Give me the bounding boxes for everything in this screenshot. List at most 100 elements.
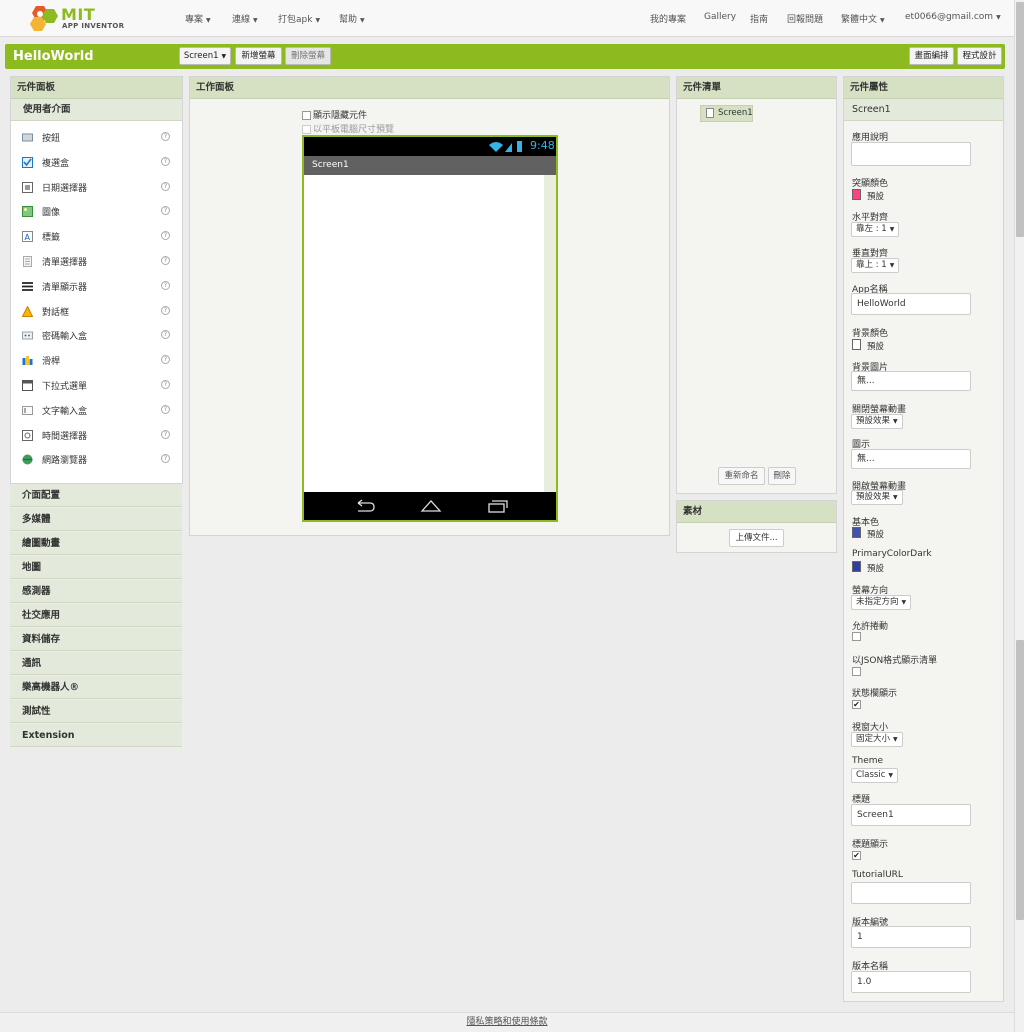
prop-scrollable-checkbox[interactable] (852, 632, 861, 641)
prop-title-visible-checkbox[interactable]: ✔ (852, 851, 861, 860)
menu-my-projects[interactable]: 我的專案 (650, 12, 686, 25)
palette-category[interactable]: 地圖 (10, 556, 182, 579)
menu-account[interactable]: et0066@gmail.com ▼ (905, 12, 1001, 22)
prop-version-name-input[interactable]: 1.0 (851, 971, 971, 993)
screen-select[interactable]: Screen1 ▼ (179, 47, 231, 65)
project-toolbar: HelloWorld Screen1 ▼ 新增螢幕 刪除螢幕 畫面編排 程式設計 (5, 44, 1005, 69)
palette-category[interactable]: 介面配置 (10, 484, 182, 507)
rename-button[interactable]: 重新命名 (718, 467, 765, 485)
palette-category[interactable]: 樂高機器人® (10, 676, 182, 699)
tablet-preview-checkbox[interactable] (302, 125, 311, 134)
prop-close-anim-select[interactable]: 預設效果 ▼ (851, 414, 903, 429)
prop-primary-value[interactable]: 預設 (867, 528, 884, 540)
help-icon[interactable]: ? (161, 355, 170, 365)
help-icon[interactable]: ? (161, 305, 170, 315)
palette-item[interactable]: 清單顯示器? (10, 277, 176, 295)
prop-open-anim-select[interactable]: 預設效果 ▼ (851, 490, 903, 505)
bgcolor-swatch[interactable] (852, 339, 861, 350)
palette-item[interactable]: 對話框? (10, 302, 176, 320)
palette-item[interactable]: 時間選擇器? (10, 426, 176, 444)
prop-orientation-select[interactable]: 未指定方向 ▼ (851, 595, 912, 610)
tree-item-screen1[interactable]: Screen1 (700, 105, 753, 122)
app-inventor-logo[interactable]: MIT APP INVENTOR (28, 3, 128, 33)
privacy-footer-link[interactable]: 隱私策略和使用條款 (0, 1012, 1014, 1032)
prop-title-input[interactable]: Screen1 (851, 804, 971, 826)
menu-language[interactable]: 繁體中文 ▼ (841, 12, 885, 25)
palette-item[interactable]: 滑桿? (10, 351, 176, 369)
prop-align-v-select[interactable]: 靠上 : 1 ▼ (851, 258, 900, 273)
help-icon[interactable]: ? (161, 454, 170, 464)
blocks-button[interactable]: 程式設計 (957, 47, 1002, 65)
help-icon[interactable]: ? (161, 181, 170, 191)
palette-category[interactable]: 通訊 (10, 652, 182, 675)
phone-preview[interactable]: 9:48 Screen1 (302, 135, 558, 522)
help-icon[interactable]: ? (161, 404, 170, 414)
palette-category[interactable]: 感測器 (10, 580, 182, 603)
palette-category[interactable]: Extension (10, 724, 182, 747)
help-icon[interactable]: ? (161, 380, 170, 389)
prop-accent-value[interactable]: 預設 (867, 190, 884, 202)
prop-icon-picker[interactable]: 無... (851, 449, 971, 469)
prop-align-h-select[interactable]: 靠左 : 1 ▼ (851, 222, 900, 237)
add-screen-button[interactable]: 新增螢幕 (235, 47, 282, 65)
palette-item[interactable]: 文字輸入盒? (10, 401, 176, 419)
primary-dark-color-swatch[interactable] (852, 561, 861, 572)
prop-about-textarea[interactable] (851, 142, 971, 166)
tablet-preview-label: 以平板電腦尺寸預覽 (313, 125, 395, 135)
palette-category[interactable]: 社交應用 (10, 604, 182, 627)
palette-item[interactable]: A 標籤? (10, 227, 176, 245)
menu-report-issue[interactable]: 回報問題 (787, 12, 823, 25)
scrollbar-thumb[interactable] (1016, 640, 1024, 920)
help-icon[interactable]: ? (161, 231, 170, 241)
palette-title: 元件面板 (11, 77, 182, 99)
prop-bgimage-picker[interactable]: 無... (851, 371, 971, 391)
menu-gallery[interactable]: Gallery (704, 12, 736, 22)
prop-primary-dark-value[interactable]: 預設 (867, 562, 884, 574)
menu-help[interactable]: 幫助 ▼ (339, 12, 365, 25)
palette-item[interactable]: 密碼輸入盒? (10, 326, 176, 344)
menu-guide[interactable]: 指南 (750, 12, 768, 25)
upload-file-button[interactable]: 上傳文件... (729, 529, 784, 547)
datepicker-icon (22, 181, 33, 193)
palette-item[interactable]: 清單選擇器? (10, 252, 176, 270)
prop-statusbar-checkbox[interactable]: ✔ (852, 700, 861, 709)
palette-category[interactable]: 資料儲存 (10, 628, 182, 651)
show-hidden-checkbox[interactable] (302, 111, 311, 120)
palette-item[interactable]: 網路瀏覽器? (10, 450, 176, 468)
help-icon[interactable]: ? (161, 132, 170, 141)
palette-category[interactable]: 多媒體 (10, 508, 182, 531)
prop-json-checkbox[interactable] (852, 667, 861, 676)
palette-item[interactable]: 圖像? (10, 202, 176, 220)
help-icon[interactable]: ? (161, 280, 170, 290)
menu-build[interactable]: 打包apk ▼ (278, 12, 320, 25)
help-icon[interactable]: ? (161, 156, 170, 166)
help-icon[interactable]: ? (161, 330, 170, 340)
primary-color-swatch[interactable] (852, 527, 861, 538)
delete-button[interactable]: 刪除 (768, 467, 796, 485)
show-hidden-toggle[interactable]: 顯示隱藏元件 (302, 108, 367, 121)
menu-project[interactable]: 專案 ▼ (185, 12, 211, 25)
palette-category[interactable]: 測試性 (10, 700, 182, 723)
help-icon[interactable]: ? (161, 429, 170, 439)
tablet-preview-toggle[interactable]: 以平板電腦尺寸預覽 (302, 122, 394, 135)
remove-screen-button[interactable]: 刪除螢幕 (285, 47, 331, 65)
palette-item[interactable]: 日期選擇器? (10, 178, 176, 196)
prop-theme-select[interactable]: Classic ▼ (851, 768, 899, 783)
help-icon[interactable]: ? (161, 206, 170, 216)
prop-bgcolor-value[interactable]: 預設 (867, 340, 884, 352)
accent-color-swatch[interactable] (852, 189, 861, 200)
scrollbar-thumb-top[interactable] (1016, 2, 1024, 237)
prop-version-code-input[interactable]: 1 (851, 926, 971, 948)
prop-appname-input[interactable]: HelloWorld (851, 293, 971, 315)
designer-button[interactable]: 畫面編排 (909, 47, 954, 65)
palette-section-user-interface[interactable]: 使用者介面 (11, 99, 182, 121)
menu-connect[interactable]: 連線 ▼ (232, 12, 258, 25)
page-scrollbar[interactable] (1014, 0, 1024, 1032)
prop-tutorial-input[interactable] (851, 882, 971, 904)
palette-category[interactable]: 繪圖動畫 (10, 532, 182, 555)
prop-sizing-select[interactable]: 固定大小 ▼ (851, 732, 903, 747)
help-icon[interactable]: ? (161, 256, 170, 265)
palette-item[interactable]: 下拉式選單? (10, 376, 176, 394)
palette-item[interactable]: 按鈕? (10, 128, 176, 146)
palette-item[interactable]: 複選盒? (10, 153, 176, 171)
